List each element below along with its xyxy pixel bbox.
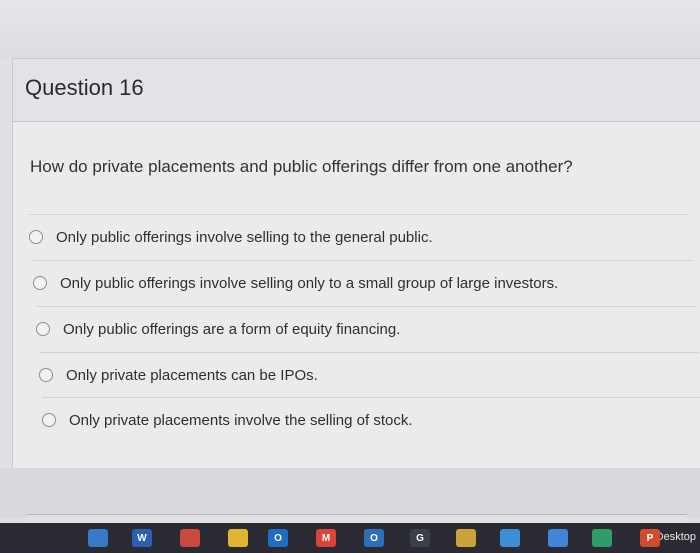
- browser-top-strip: [0, 0, 700, 58]
- radio-button[interactable]: [36, 322, 50, 336]
- question-card: Question 16 How do private placements an…: [12, 58, 700, 470]
- answer-option-1[interactable]: Only public offerings involve selling to…: [29, 214, 689, 259]
- answer-label: Only public offerings are a form of equi…: [63, 320, 401, 338]
- answer-option-3[interactable]: Only public offerings are a form of equi…: [36, 306, 696, 351]
- word-icon[interactable]: W: [132, 529, 152, 547]
- answer-list: Only public offerings involve selling to…: [13, 59, 700, 469]
- answer-option-4[interactable]: Only private placements can be IPOs.: [39, 352, 699, 397]
- bars-icon[interactable]: [500, 529, 520, 547]
- powerpoint-icon[interactable]: P: [640, 529, 660, 547]
- gmail-icon[interactable]: M: [316, 529, 336, 547]
- radio-button[interactable]: [39, 368, 53, 382]
- files-icon[interactable]: [456, 529, 476, 547]
- taskbar: Desktop W O M O G P: [0, 523, 700, 553]
- answer-label: Only public offerings involve selling to…: [56, 228, 433, 246]
- page-background-lower: [0, 468, 700, 518]
- app-icon[interactable]: [180, 529, 200, 547]
- answer-option-5[interactable]: Only private placements involve the sell…: [42, 397, 700, 442]
- answer-label: Only private placements can be IPOs.: [66, 366, 318, 384]
- answer-label: Only public offerings involve selling on…: [60, 274, 559, 292]
- calendar-icon[interactable]: [88, 529, 108, 547]
- radio-button[interactable]: [33, 276, 47, 290]
- google-icon[interactable]: G: [410, 529, 430, 547]
- list-icon[interactable]: [548, 529, 568, 547]
- radio-button[interactable]: [29, 230, 43, 244]
- radio-button[interactable]: [42, 413, 56, 427]
- answer-label: Only private placements involve the sell…: [69, 411, 413, 429]
- chrome-icon[interactable]: [228, 529, 248, 547]
- mail-icon[interactable]: O: [364, 529, 384, 547]
- globe-icon[interactable]: [592, 529, 612, 547]
- answer-option-2[interactable]: Only public offerings involve selling on…: [33, 260, 693, 305]
- outlook-icon[interactable]: O: [268, 529, 288, 547]
- desktop-label[interactable]: Desktop: [656, 531, 696, 543]
